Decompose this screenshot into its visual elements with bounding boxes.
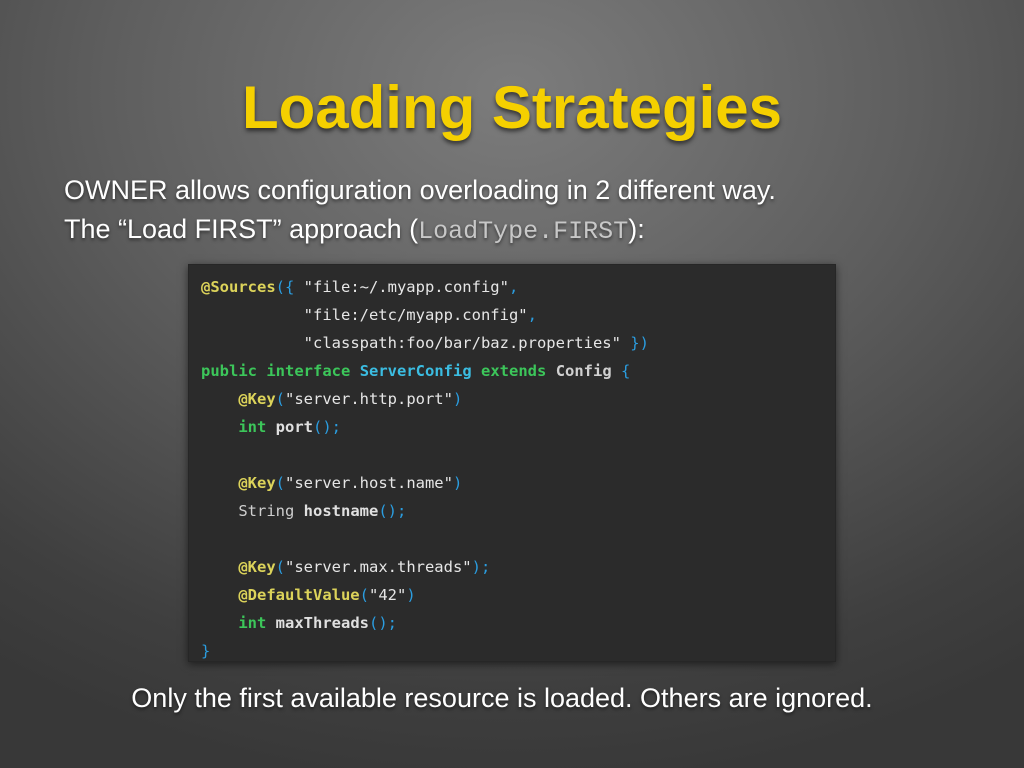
code-token-string: "file:~/.myapp.config": [303, 278, 509, 296]
code-line: @Key("server.http.port"): [201, 385, 649, 413]
code-token-annotation: @Key: [238, 474, 276, 492]
code-line: "classpath:foo/bar/baz.properties" }): [201, 329, 649, 357]
code-line: "file:/etc/myapp.config",: [201, 301, 649, 329]
code-token-punct: {: [611, 362, 631, 380]
inline-code-loadtype: LoadType.FIRST: [418, 217, 629, 246]
intro-line-2: The “Load FIRST” approach (LoadType.FIRS…: [64, 210, 776, 251]
code-token-punct: ();: [378, 502, 407, 520]
code-line: int port();: [201, 413, 649, 441]
code-token-punct: ({: [275, 278, 304, 296]
intro-line-2-prefix: The “Load FIRST” approach (: [64, 214, 419, 244]
code-line: }: [201, 637, 649, 665]
code-token-string: "server.max.threads": [285, 558, 472, 576]
code-token-punct: ): [452, 390, 463, 408]
intro-line-1: OWNER allows configuration overloading i…: [64, 175, 776, 205]
code-token-punct: }: [201, 642, 211, 660]
code-block: @Sources({ "file:~/.myapp.config", "file…: [201, 273, 649, 665]
code-token-keyword: public: [201, 362, 257, 380]
code-token-punct: (: [275, 390, 285, 408]
code-token-annotation: @DefaultValue: [238, 586, 360, 604]
code-line: @Key("server.max.threads");: [201, 553, 649, 581]
code-token-method: maxThreads: [275, 614, 369, 632]
code-token-punct: ,: [508, 278, 519, 296]
intro-text: OWNER allows configuration overloading i…: [64, 171, 776, 251]
code-token-punct: (: [359, 586, 369, 604]
slide-title: Loading Strategies: [241, 74, 783, 141]
intro-line-2-suffix: ):: [628, 214, 645, 244]
code-line: public interface ServerConfig extends Co…: [201, 357, 649, 385]
code-token-keyword: int: [238, 614, 267, 632]
code-line: @Key("server.host.name"): [201, 469, 649, 497]
code-token-keyword: int: [238, 418, 267, 436]
code-token-punct: ();: [313, 418, 341, 436]
code-panel: @Sources({ "file:~/.myapp.config", "file…: [188, 264, 836, 662]
code-token-ident: String: [238, 502, 295, 520]
code-line: @DefaultValue("42"): [201, 581, 649, 609]
code-token-string: "file:/etc/myapp.config": [303, 306, 528, 324]
code-token-plain: Config: [555, 362, 612, 380]
code-token-string: "server.host.name": [285, 474, 453, 492]
code-line: int maxThreads();: [201, 609, 649, 637]
code-token-method: port: [275, 418, 313, 436]
code-token-punct: ();: [369, 614, 397, 632]
code-token-string: "server.http.port": [285, 390, 453, 408]
code-token-punct: ,: [527, 306, 537, 324]
footer-text: Only the first available resource is loa…: [131, 683, 873, 713]
slide: Loading Strategies OWNER allows configur…: [0, 0, 1024, 768]
code-token-punct: (: [275, 474, 285, 492]
code-line: String hostname();: [201, 497, 649, 525]
code-token-annotation: @Key: [238, 390, 276, 408]
code-line: @Sources({ "file:~/.myapp.config",: [201, 273, 649, 301]
code-token-annotation: @Key: [238, 558, 276, 576]
code-token-punct: );: [471, 558, 491, 576]
code-token-punct: ): [452, 474, 463, 492]
code-token-string: "42": [369, 586, 407, 604]
code-token-punct: }): [620, 334, 649, 352]
code-token-punct: ): [406, 586, 416, 604]
code-token-string: "classpath:foo/bar/baz.properties": [303, 334, 621, 352]
code-token-method: hostname: [303, 502, 379, 520]
code-token-keyword: extends: [481, 362, 547, 380]
code-token-punct: (: [275, 558, 285, 576]
code-token-annotation: @Sources: [201, 278, 276, 296]
code-token-type: ServerConfig: [359, 362, 472, 380]
code-token-keyword: interface: [266, 362, 351, 380]
